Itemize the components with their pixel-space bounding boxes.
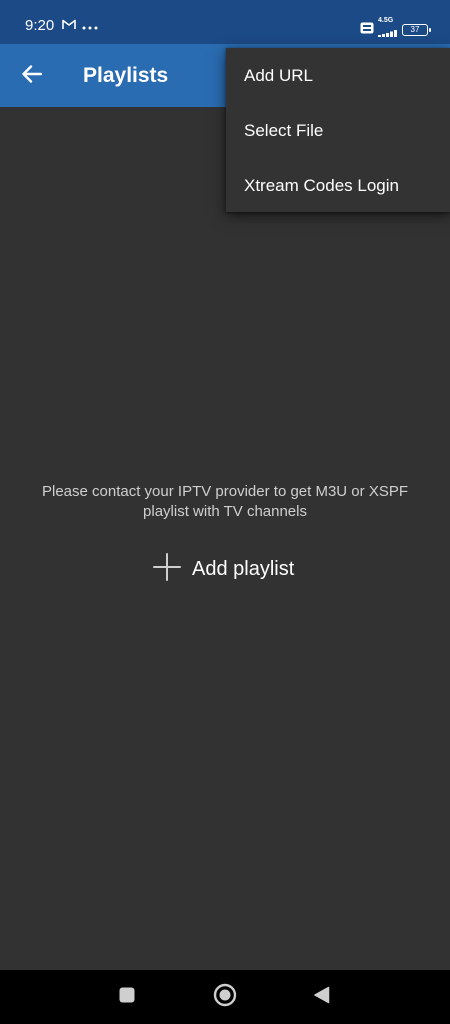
gmail-icon [62,17,76,35]
add-playlist-menu: Add URL Select File Xtream Codes Login [226,48,450,212]
menu-item-xtream-codes-login[interactable]: Xtream Codes Login [226,158,450,213]
menu-item-add-url[interactable]: Add URL [226,48,450,103]
status-system-icons: 4.5G 37 [360,17,431,42]
system-navigation-bar [0,970,450,1024]
battery-icon: 37 [402,23,431,36]
status-bar: 9:20 4.5G 37 [0,0,450,44]
add-playlist-button[interactable]: Add playlist [152,552,295,587]
recents-square-icon [118,986,136,1009]
page-title: Playlists [83,64,169,87]
volte-icon [360,21,374,39]
home-circle-icon [213,983,237,1012]
status-time: 9:20 [25,17,55,34]
back-triangle-icon [313,986,331,1009]
menu-item-select-file[interactable]: Select File [226,103,450,158]
plus-icon [152,552,182,587]
signal-icon [378,24,398,42]
back-button[interactable] [14,60,50,92]
recents-button[interactable] [113,983,141,1011]
empty-state-message: Please contact your IPTV provider to get… [42,483,408,520]
home-button[interactable] [211,983,239,1011]
signal-group: 4.5G [378,17,398,42]
more-dots-icon [82,17,98,35]
network-type-label: 4.5G [378,17,394,24]
arrow-left-icon [22,64,43,88]
add-playlist-label: Add playlist [192,557,295,580]
back-nav-button[interactable] [308,983,336,1011]
status-notification-icons [62,17,98,35]
